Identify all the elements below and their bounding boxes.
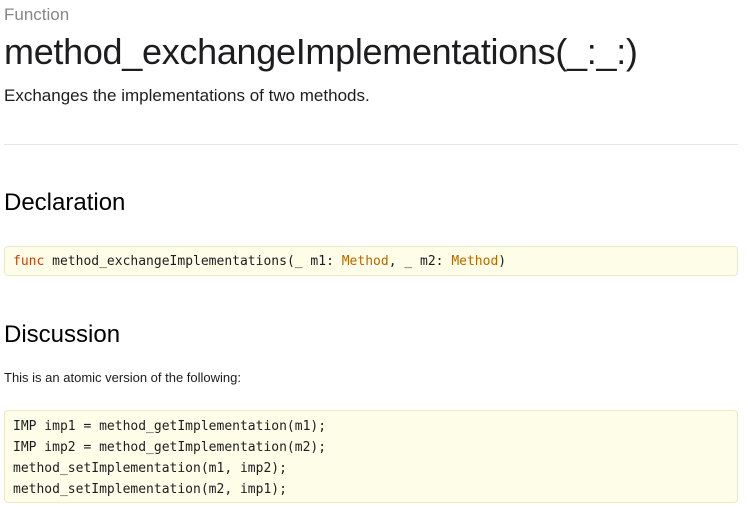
abstract-text: Exchanges the implementations of two met… bbox=[4, 86, 370, 105]
page-title: method_exchangeImplementations(_:_:) bbox=[4, 31, 638, 72]
code-line: IMP imp1 = method_getImplementation(m1); bbox=[13, 419, 327, 434]
code-line: method_setImplementation(m2, imp1); bbox=[13, 482, 287, 497]
code-listing: IMP imp1 = method_getImplementation(m1);… bbox=[4, 410, 738, 503]
code-line: method_setImplementation(m1, imp2); bbox=[13, 461, 287, 476]
keyword-token: func bbox=[13, 254, 45, 269]
declaration-code-block: func method_exchangeImplementations(_ m1… bbox=[4, 246, 738, 276]
code-line: IMP imp2 = method_getImplementation(m2); bbox=[13, 440, 327, 455]
type-token-method-1[interactable]: Method bbox=[342, 254, 389, 269]
section-divider bbox=[4, 144, 738, 145]
type-token-method-2[interactable]: Method bbox=[451, 254, 498, 269]
discussion-text: This is an atomic version of the followi… bbox=[4, 370, 241, 385]
function-signature-token: method_exchangeImplementations(_ m1: bbox=[44, 254, 342, 269]
parameter-separator-token: , _ m2: bbox=[388, 254, 452, 269]
symbol-kind-label: Function bbox=[4, 5, 70, 24]
discussion-heading: Discussion bbox=[4, 321, 121, 348]
declaration-heading: Declaration bbox=[4, 189, 126, 216]
closing-paren-token: ) bbox=[498, 254, 507, 269]
